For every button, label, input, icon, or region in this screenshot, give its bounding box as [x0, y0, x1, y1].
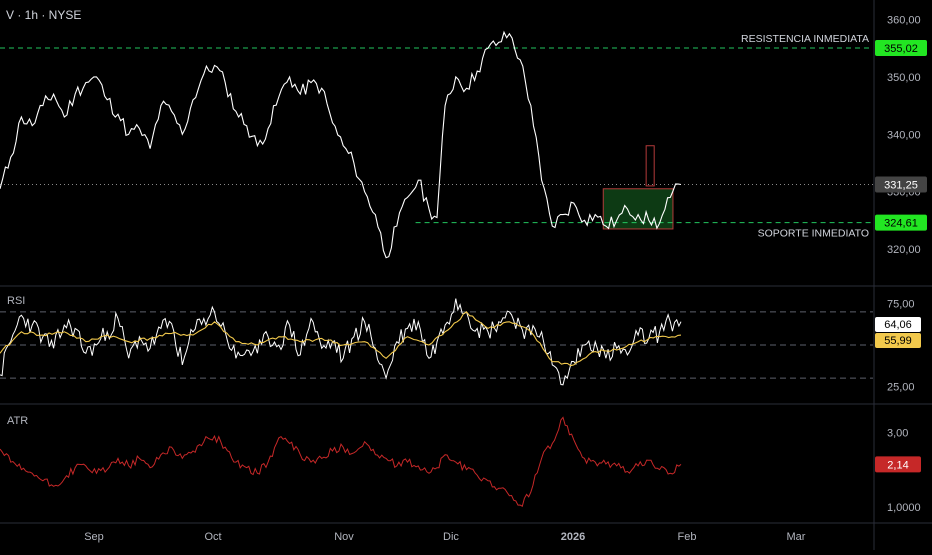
- rsi-tick-label: 75,00: [887, 299, 915, 311]
- chart-svg: 320,00330,00340,00350,00360,00RESISTENCI…: [0, 0, 932, 550]
- price-tick-label: 340,00: [887, 129, 921, 141]
- time-axis-label: 2026: [561, 531, 585, 543]
- time-axis-label: Oct: [204, 531, 221, 543]
- level-label-resistance: RESISTENCIA INMEDIATA: [741, 33, 869, 45]
- current-price-value: 331,25: [884, 179, 918, 191]
- level-badge-value-support: 324,61: [884, 218, 918, 230]
- chart-title: V · 1h · NYSE: [6, 8, 82, 22]
- rsi-value: 64,06: [884, 319, 912, 331]
- atr-value: 2,14: [887, 459, 908, 471]
- level-label-support: SOPORTE INMEDIATO: [758, 228, 869, 240]
- time-axis-label: Feb: [678, 531, 697, 543]
- price-tick-label: 350,00: [887, 72, 921, 84]
- atr-title: ATR: [7, 415, 28, 427]
- time-axis-label: Mar: [787, 531, 806, 543]
- rsi-title: RSI: [7, 295, 25, 307]
- rsi-ma-value: 55,99: [884, 335, 912, 347]
- rsi-tick-label: 25,00: [887, 381, 915, 393]
- time-axis-label: Nov: [334, 531, 354, 543]
- price-tick-label: 360,00: [887, 14, 921, 26]
- level-badge-value-resistance: 355,02: [884, 43, 918, 55]
- time-axis-label: Sep: [84, 531, 104, 543]
- time-axis-label: Dic: [443, 531, 459, 543]
- chart-root: 320,00 330,00 340,00 350,00 360,00 RESISTENCI…: [0, 0, 932, 550]
- price-tick-label: 320,00: [887, 244, 921, 256]
- atr-tick-label: 3,00: [887, 427, 908, 439]
- atr-tick-label: 1,0000: [887, 502, 921, 514]
